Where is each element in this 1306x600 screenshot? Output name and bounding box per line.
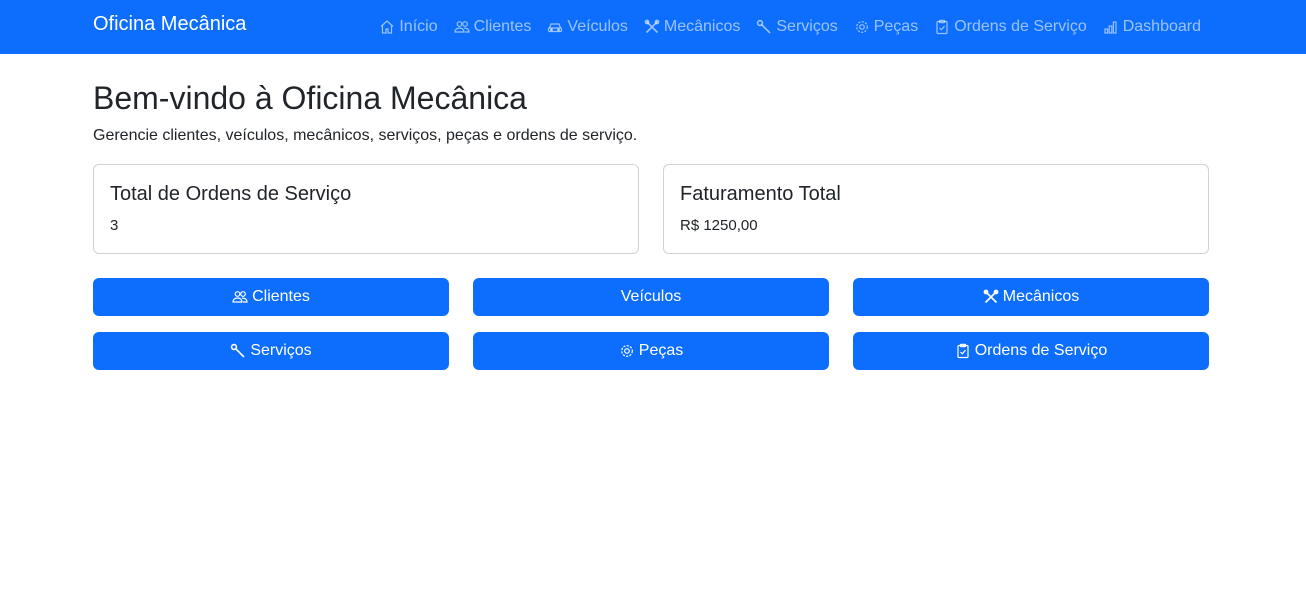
- nav-item-inicio[interactable]: Início: [379, 18, 438, 36]
- clientes-button[interactable]: Clientes: [93, 278, 449, 316]
- button-label: Mecânicos: [1002, 288, 1080, 305]
- card-value: R$ 1250,00: [680, 217, 758, 234]
- card-value: 3: [110, 217, 119, 234]
- bar-chart-icon: [1104, 21, 1117, 34]
- card-title: Faturamento Total: [680, 183, 841, 205]
- servicos-button[interactable]: Serviços: [93, 332, 449, 370]
- gear-icon: [855, 21, 868, 33]
- ordens-button[interactable]: Ordens de Serviço: [853, 332, 1209, 370]
- button-label: Ordens de Serviço: [974, 342, 1108, 359]
- card-title: Total de Ordens de Serviço: [110, 183, 352, 205]
- tools-icon: [644, 19, 660, 34]
- car-icon: [548, 23, 563, 33]
- brand-link[interactable]: Oficina Mecânica: [93, 13, 246, 36]
- nav-item-label: Clientes: [473, 18, 532, 35]
- card-total-revenue: Faturamento Total R$ 1250,00: [663, 164, 1209, 254]
- nav-item-label: Início: [399, 18, 438, 35]
- wrench-icon: [757, 19, 771, 34]
- nav-item-clientes[interactable]: Clientes: [453, 18, 532, 36]
- veiculos-button[interactable]: Veículos: [473, 278, 829, 316]
- mecanicos-button[interactable]: Mecânicos: [853, 278, 1209, 316]
- clipboard-check-icon: [957, 343, 969, 359]
- pecas-button[interactable]: Peças: [473, 332, 829, 370]
- gear-icon: [620, 345, 633, 357]
- wrench-icon: [231, 343, 245, 358]
- nav-item-label: Veículos: [567, 18, 628, 35]
- nav-item-label: Ordens de Serviço: [954, 18, 1087, 35]
- tools-icon: [983, 289, 999, 304]
- nav-item-label: Mecânicos: [663, 18, 741, 35]
- nav-item-label: Serviços: [776, 18, 838, 35]
- people-icon: [232, 291, 248, 303]
- nav-item-servicos[interactable]: Serviços: [756, 18, 838, 36]
- button-label: Veículos: [620, 288, 682, 305]
- nav-item-pecas[interactable]: Peças: [854, 18, 918, 36]
- card-total-orders: Total de Ordens de Serviço 3: [93, 164, 639, 254]
- clipboard-check-icon: [936, 19, 948, 35]
- navbar: Oficina Mecânica Início Clientes Veículo…: [0, 0, 1306, 54]
- button-label: Clientes: [252, 288, 310, 305]
- nav-item-label: Peças: [873, 18, 919, 35]
- house-icon: [380, 20, 394, 34]
- people-icon: [453, 21, 470, 33]
- nav-item-label: Dashboard: [1122, 18, 1201, 35]
- nav-item-veiculos[interactable]: Veículos: [547, 18, 628, 36]
- page-title: Bem-vindo à Oficina Mecânica: [93, 80, 527, 116]
- nav-item-dashboard[interactable]: Dashboard: [1103, 18, 1201, 36]
- nav-item-ordens[interactable]: Ordens de Serviço: [934, 18, 1087, 36]
- nav-menu: Início Clientes Veículos Mecânicos Servi…: [379, 0, 1201, 54]
- button-label: Peças: [638, 342, 684, 359]
- button-label: Serviços: [250, 342, 312, 359]
- page-subtitle: Gerencie clientes, veículos, mecânicos, …: [93, 127, 638, 144]
- nav-item-mecanicos[interactable]: Mecânicos: [644, 18, 740, 36]
